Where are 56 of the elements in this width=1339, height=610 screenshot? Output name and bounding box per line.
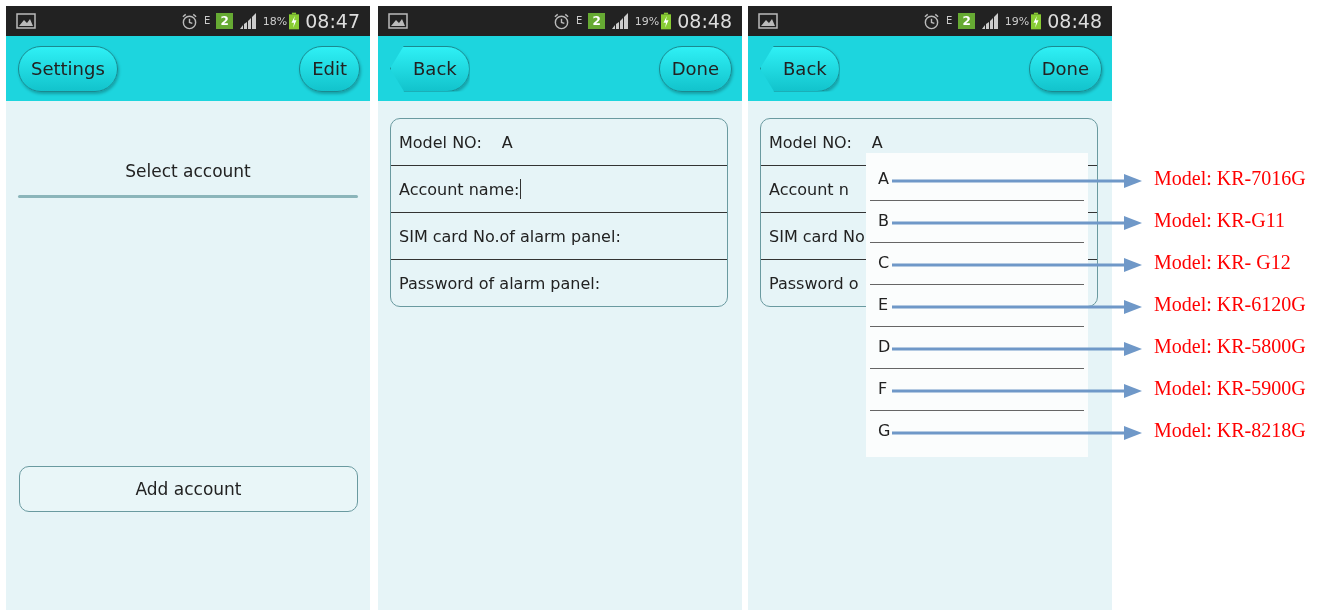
model-annotation: Model: KR-5900G <box>1154 377 1306 400</box>
settings-button[interactable]: Settings <box>18 45 118 92</box>
field-label: SIM card No <box>769 226 865 246</box>
back-button[interactable]: Back <box>760 45 840 92</box>
field-label: SIM card No.of alarm panel: <box>399 226 621 246</box>
field-label: Account name: <box>399 179 520 199</box>
network-type: E <box>576 16 583 26</box>
toolbar-button[interactable]: Edit <box>299 45 360 92</box>
battery-charging-icon <box>661 12 672 30</box>
field-label: Password of alarm panel: <box>399 273 601 293</box>
dropdown-option[interactable]: E <box>870 285 1084 327</box>
clock-time: 08:48 <box>1047 10 1102 32</box>
dropdown-option[interactable]: G <box>870 411 1084 453</box>
field-value[interactable]: A <box>501 132 513 152</box>
picture-icon <box>16 13 36 29</box>
toolbar-button[interactable]: Done <box>1028 45 1102 92</box>
dropdown-option[interactable]: D <box>870 327 1084 369</box>
section-title: Select account <box>124 161 252 181</box>
battery-charging-icon <box>289 12 300 30</box>
signal-icon <box>238 13 257 29</box>
battery-charging-icon <box>1031 12 1042 30</box>
battery-percent: 19% <box>1004 14 1030 28</box>
network-type: E <box>204 16 211 26</box>
alarm-clock-icon <box>181 12 199 30</box>
field-label: Account n <box>769 179 849 199</box>
sim-badge: 2 <box>588 13 605 29</box>
model-annotation: Model: KR- G12 <box>1154 251 1291 274</box>
signal-icon <box>980 13 999 29</box>
back-button[interactable]: Back <box>390 45 470 92</box>
sim-badge: 2 <box>216 13 233 29</box>
model-annotation: Model: KR-6120G <box>1154 293 1306 316</box>
battery-percent: 19% <box>634 14 660 28</box>
clock-time: 08:48 <box>677 10 732 32</box>
network-type: E <box>946 16 953 26</box>
field-value[interactable]: A <box>871 132 883 152</box>
alarm-clock-icon <box>553 12 571 30</box>
add-account-button[interactable]: Add account <box>19 466 358 512</box>
battery-percent: 18% <box>262 14 288 28</box>
signal-icon <box>610 13 629 29</box>
toolbar-button[interactable]: Done <box>658 45 732 92</box>
clock-time: 08:47 <box>305 10 360 32</box>
model-annotation: Model: KR-5800G <box>1154 335 1306 358</box>
field-label: Model NO: <box>769 132 852 152</box>
dropdown-option[interactable]: F <box>870 369 1084 411</box>
picture-icon <box>758 13 778 29</box>
dropdown-option[interactable]: B <box>870 201 1084 243</box>
alarm-clock-icon <box>923 12 941 30</box>
sim-badge: 2 <box>958 13 975 29</box>
field-label: Model NO: <box>399 132 482 152</box>
picture-icon <box>388 13 408 29</box>
model-annotation: Model: KR-7016G <box>1154 167 1306 190</box>
dropdown-option[interactable]: A <box>870 159 1084 201</box>
field-label: Password o <box>769 273 859 293</box>
model-annotation: Model: KR-8218G <box>1154 419 1306 442</box>
model-annotation: Model: KR-G11 <box>1154 209 1285 232</box>
dropdown-option[interactable]: C <box>870 243 1084 285</box>
